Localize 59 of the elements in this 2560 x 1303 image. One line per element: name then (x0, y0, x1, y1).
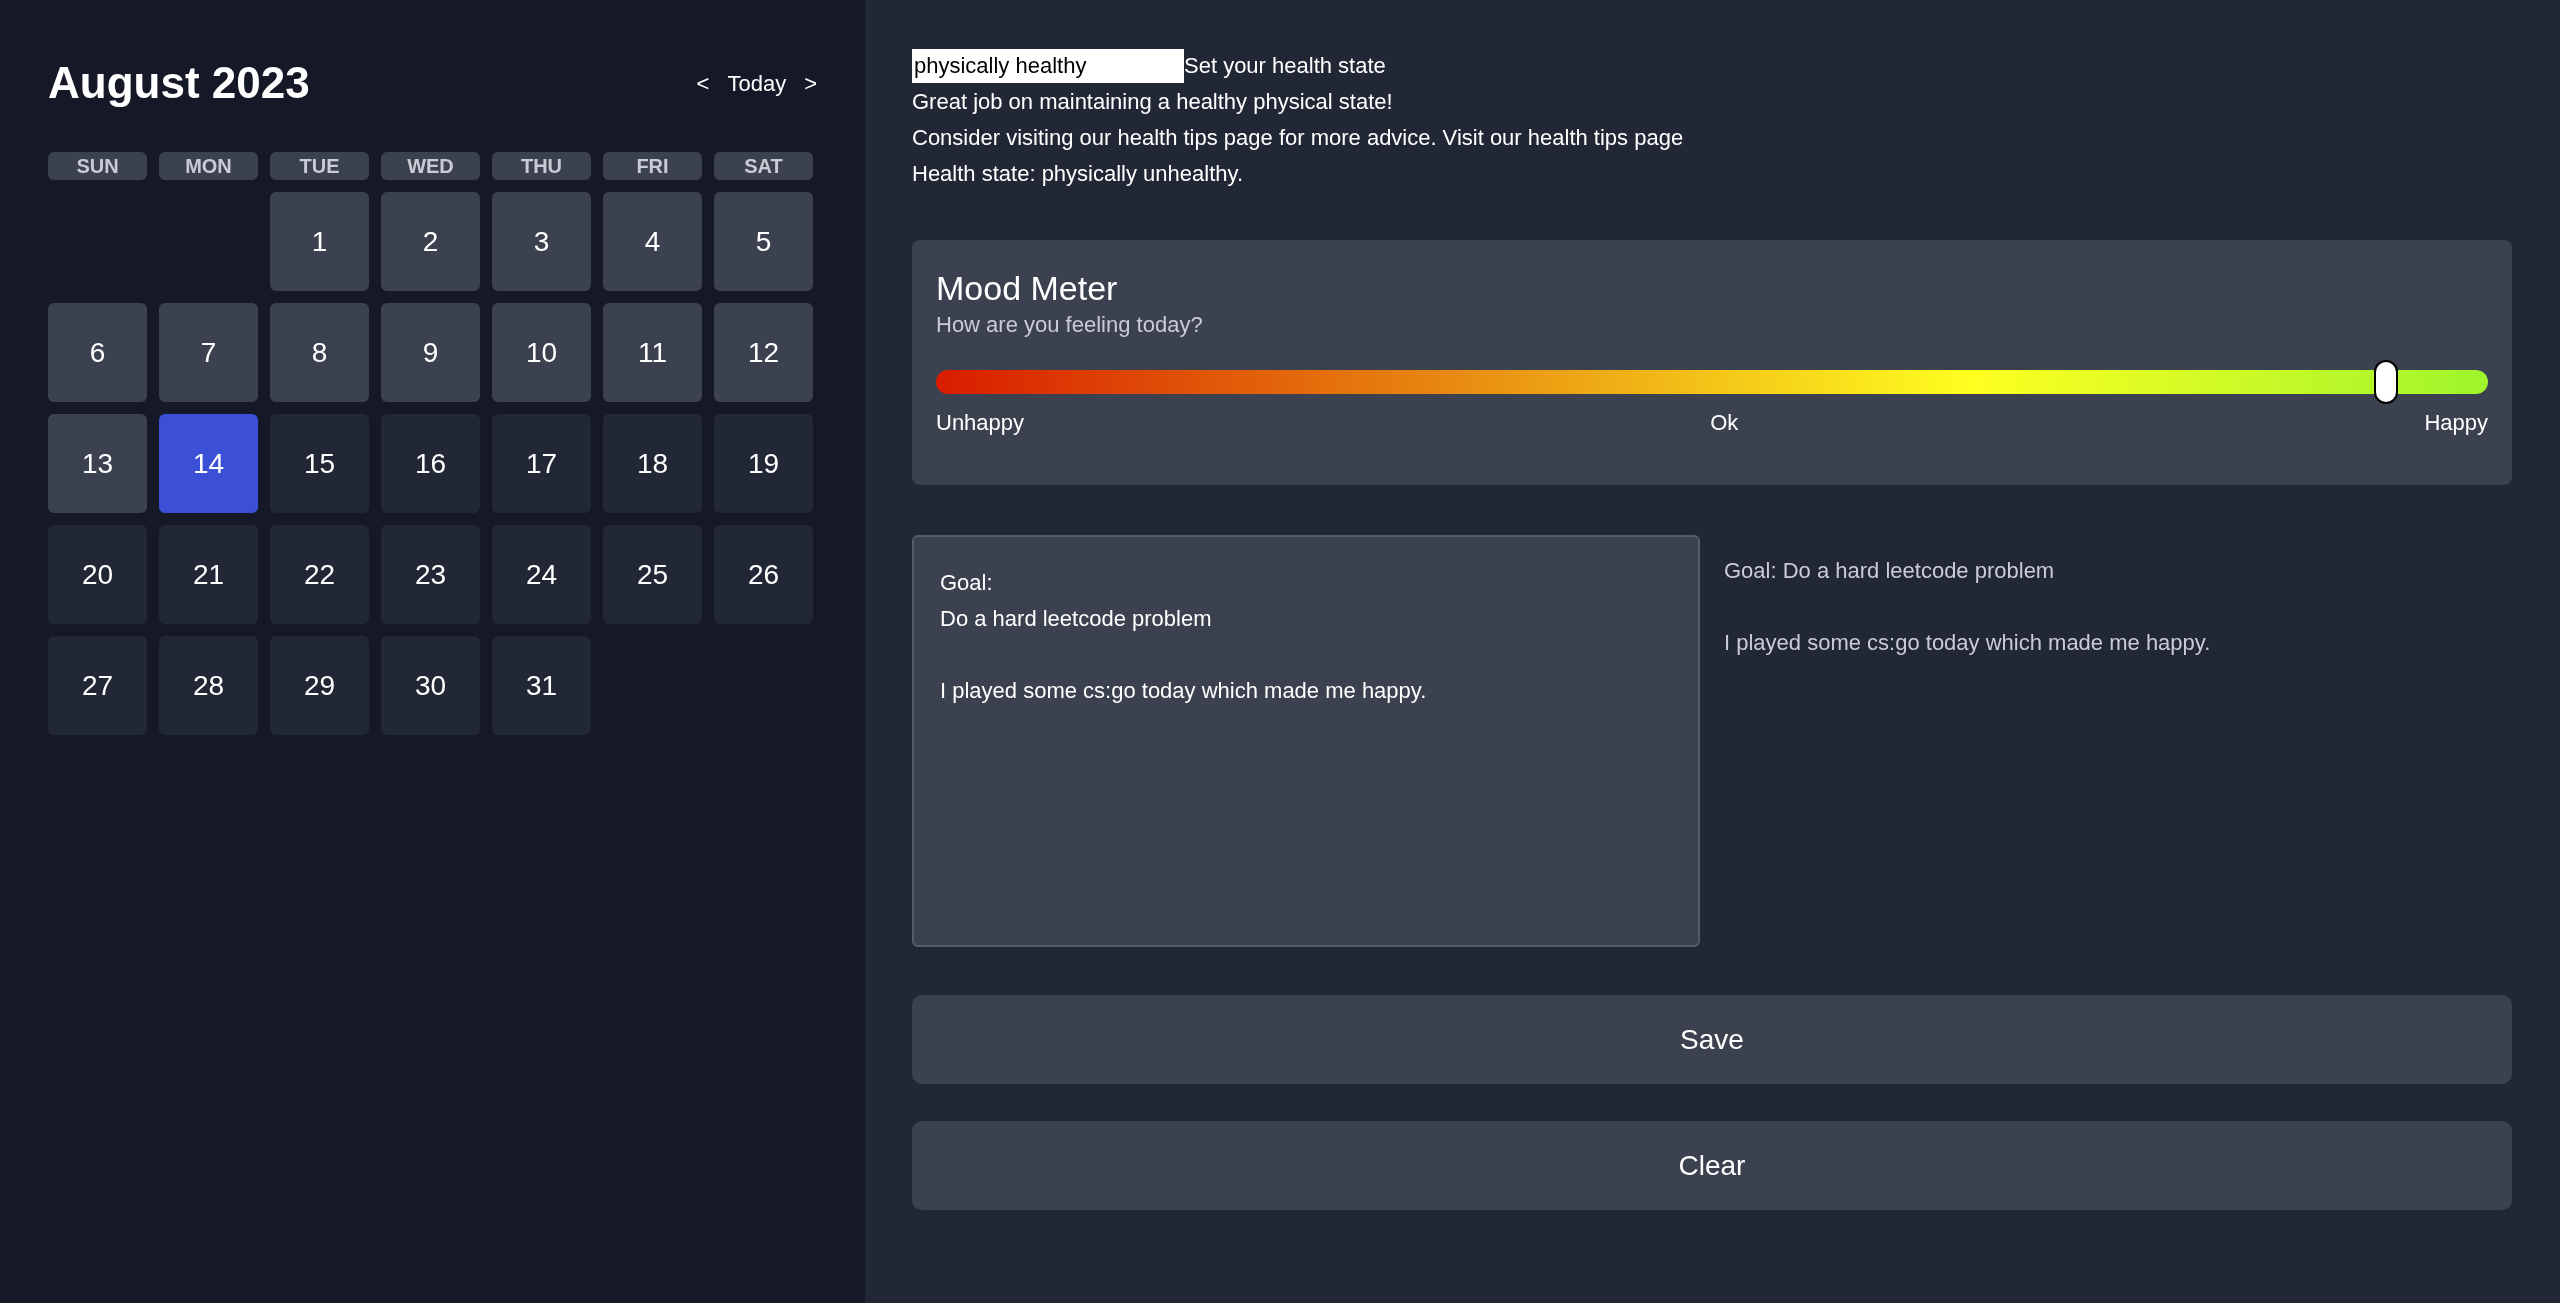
calendar-day[interactable]: 19 (714, 414, 813, 513)
weekday-header: MON (159, 152, 258, 180)
calendar-day[interactable]: 28 (159, 636, 258, 735)
weekday-header: TUE (270, 152, 369, 180)
calendar-day[interactable]: 24 (492, 525, 591, 624)
calendar-day[interactable]: 29 (270, 636, 369, 735)
calendar-day[interactable]: 10 (492, 303, 591, 402)
calendar-day[interactable]: 15 (270, 414, 369, 513)
calendar-day[interactable]: 25 (603, 525, 702, 624)
calendar-day[interactable]: 30 (381, 636, 480, 735)
weekday-header: SAT (714, 152, 813, 180)
calendar-day[interactable]: 9 (381, 303, 480, 402)
calendar-day[interactable]: 18 (603, 414, 702, 513)
calendar-day[interactable]: 26 (714, 525, 813, 624)
calendar-day[interactable]: 21 (159, 525, 258, 624)
calendar-day[interactable]: 14 (159, 414, 258, 513)
mood-slider-thumb[interactable] (2373, 360, 2398, 404)
calendar-day[interactable]: 12 (714, 303, 813, 402)
mood-scale-label: Ok (1710, 409, 1739, 437)
calendar-day[interactable]: 16 (381, 414, 480, 513)
calendar-day[interactable]: 5 (714, 192, 813, 291)
weekday-header: WED (381, 152, 480, 180)
health-message: Great job on maintaining a healthy physical state! (912, 88, 1394, 116)
calendar-day[interactable]: 13 (48, 414, 147, 513)
calendar-day[interactable]: 22 (270, 525, 369, 624)
mood-meter-title: Mood Meter (936, 268, 1119, 309)
clear-button[interactable]: Clear (912, 1121, 2512, 1210)
weekday-header: THU (492, 152, 591, 180)
save-button[interactable]: Save (912, 995, 2512, 1084)
mood-meter-subtitle: How are you feeling today? (936, 311, 1204, 339)
journal-preview-text: I played some cs:go today which made me happy. (1724, 629, 2211, 657)
calendar-day[interactable]: 8 (270, 303, 369, 402)
previous-month-button[interactable]: < (696, 66, 710, 100)
calendar-day[interactable]: 3 (492, 192, 591, 291)
calendar-day[interactable]: 27 (48, 636, 147, 735)
calendar-day[interactable]: 17 (492, 414, 591, 513)
mood-scale-label: Unhappy (936, 409, 1025, 437)
next-month-button[interactable]: > (804, 66, 817, 100)
health-state-text: Health state: physically unhealthy. (912, 160, 1244, 188)
calendar-day[interactable]: 6 (48, 303, 147, 402)
calendar-day[interactable]: 11 (603, 303, 702, 402)
calendar-day[interactable]: 31 (492, 636, 591, 735)
journal-preview-text: Goal: Do a hard leetcode problem (1724, 557, 2056, 585)
weekday-header: SUN (48, 152, 147, 180)
advice-text: Consider visiting our health tips page for more advice. (912, 124, 1437, 152)
calendar-day[interactable]: 1 (270, 192, 369, 291)
calendar-day[interactable]: 4 (603, 192, 702, 291)
journal-textarea[interactable]: Goal: Do a hard leetcode problem I played some cs:go today which made me happy. (912, 535, 1700, 947)
calendar-day[interactable]: 2 (381, 192, 480, 291)
calendar-day[interactable]: 20 (48, 525, 147, 624)
weekday-header: FRI (603, 152, 702, 180)
health-state-label: Set your health state (1184, 52, 1386, 80)
calendar-day[interactable]: 23 (381, 525, 480, 624)
calendar-day[interactable]: 7 (159, 303, 258, 402)
today-button[interactable]: Today (727, 66, 787, 100)
month-title: August 2023 (48, 57, 310, 109)
health-state-input[interactable]: physically healthy (912, 49, 1184, 83)
mood-scale-label: Happy (2424, 409, 2488, 437)
health-tips-link[interactable]: Visit our health tips page (1442, 120, 1684, 156)
